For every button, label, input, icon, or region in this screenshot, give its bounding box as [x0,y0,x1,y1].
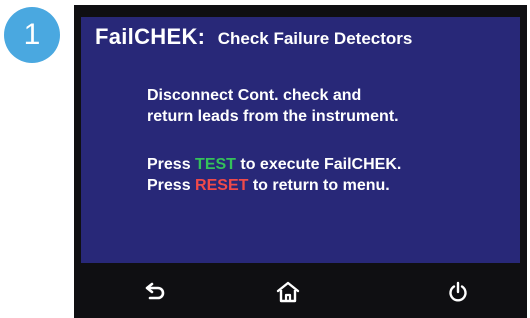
press-reset-suffix: to return to menu. [248,177,390,194]
instruction-line-1: Disconnect Cont. check and [147,87,362,104]
title-subtitle: Check Failure Detectors [217,29,413,48]
key-instructions: Press TEST to execute FailCHEK. Press RE… [147,154,401,196]
instruction-line-2: return leads from the instrument. [147,108,399,125]
screen-title: FailCHEK: Check Failure Detectors [95,24,412,50]
home-icon [276,281,300,303]
press-test-line: Press TEST to execute FailCHEK. [147,154,401,175]
title-main: FailCHEK: [95,24,206,49]
power-icon [449,281,467,302]
press-test-prefix: Press [147,156,196,173]
home-button[interactable] [258,266,318,318]
back-arrow-icon [145,282,165,300]
reset-key-label: RESET [195,177,249,194]
power-button[interactable] [428,266,488,318]
press-test-suffix: to execute FailCHEK. [235,156,402,173]
press-reset-line: Press RESET to return to menu. [147,175,401,196]
test-key-label: TEST [195,156,236,173]
bottom-toolbar [74,266,527,318]
instruction-message: Disconnect Cont. check and return leads … [147,85,399,127]
step-number-badge: 1 [4,7,60,63]
instrument-screen: FailCHEK: Check Failure Detectors Discon… [81,17,520,263]
back-button[interactable] [126,266,186,318]
press-reset-prefix: Press [147,177,196,194]
